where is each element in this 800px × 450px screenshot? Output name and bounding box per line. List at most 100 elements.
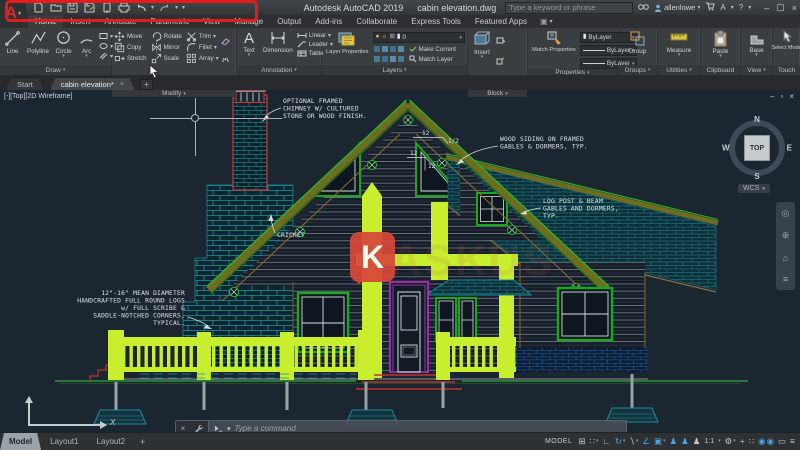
modify-panel-label[interactable]: Modify▾: [112, 90, 236, 97]
annotation-scale-person[interactable]: ♟: [693, 437, 701, 446]
array-button[interactable]: Array▾: [186, 53, 219, 64]
autodesk-exchange-icon[interactable]: A: [720, 4, 725, 12]
utilities-panel-label[interactable]: Utilities▾: [658, 65, 700, 75]
layout-tab-model[interactable]: Model: [0, 433, 41, 450]
web-mobile-icon[interactable]: [100, 2, 113, 14]
customization-menu[interactable]: ≡: [790, 437, 795, 446]
new-file-icon[interactable]: [32, 2, 45, 14]
undo-icon[interactable]: [134, 2, 147, 14]
match-layer-button[interactable]: Match Layer: [409, 55, 453, 63]
erase-tool[interactable]: [221, 32, 230, 50]
application-menu-button[interactable]: A▾: [0, 0, 26, 26]
isolate-objects[interactable]: ▭: [778, 437, 786, 446]
open-folder-icon[interactable]: [49, 2, 62, 14]
layer-color-swatch[interactable]: ▮: [397, 34, 401, 41]
trim-button[interactable]: Trim▾: [186, 31, 219, 42]
fillet-button[interactable]: Fillet▾: [186, 42, 219, 53]
save-icon[interactable]: [66, 2, 79, 14]
layer-state-icons[interactable]: [373, 55, 407, 63]
file-tab-start[interactable]: Start: [6, 77, 44, 90]
tab-featured-apps[interactable]: Featured Apps: [468, 15, 534, 28]
annotation-visibility-toggle[interactable]: ♟: [670, 437, 678, 446]
viewcube-south[interactable]: S: [754, 172, 759, 181]
file-tab-close-icon[interactable]: ×: [120, 81, 124, 88]
layer-select[interactable]: ● ☼ ⊠ ▮ 0 ▾: [373, 32, 465, 43]
insert-chevron-icon[interactable]: ▾: [481, 56, 484, 59]
polyline-button[interactable]: Polyline: [25, 30, 51, 55]
undo-chevron-icon[interactable]: ▾: [151, 4, 154, 11]
viewport-restore-icon[interactable]: ▫: [780, 92, 783, 101]
base-button[interactable]: Base ▾: [747, 30, 767, 57]
rotate-button[interactable]: Rotate: [151, 31, 182, 42]
viewcube-east[interactable]: E: [787, 144, 792, 153]
tab-manage[interactable]: Manage: [227, 15, 270, 28]
full-navigation-wheel-icon[interactable]: ◎: [782, 208, 790, 219]
base-chevron-icon[interactable]: ▾: [755, 54, 758, 57]
layer-tools-icons[interactable]: [373, 45, 407, 53]
sign-in-control[interactable]: allenlowe ▾: [654, 3, 700, 12]
circle-chevron-icon[interactable]: ▾: [62, 55, 65, 58]
paste-button[interactable]: Paste ▾: [710, 30, 730, 58]
grid-toggle[interactable]: ⊞: [578, 437, 585, 446]
make-current-button[interactable]: Make Current: [409, 45, 456, 53]
tab-annotate[interactable]: Annotate: [97, 15, 143, 28]
quick-properties-toggle[interactable]: ∷: [749, 437, 754, 446]
paste-chevron-icon[interactable]: ▾: [719, 55, 722, 58]
model-viewport[interactable]: [-][Top][2D Wireframe] – ▫ ×: [0, 90, 800, 432]
ortho-toggle[interactable]: ∟: [602, 437, 610, 446]
object-snap-toggle[interactable]: ▣▾: [654, 437, 666, 446]
groups-panel-label[interactable]: Groups▾: [618, 65, 657, 75]
arc-button[interactable]: Arc ▾: [76, 30, 97, 58]
create-block-tool[interactable]: [496, 32, 505, 50]
block-panel-label[interactable]: Block▾: [468, 90, 527, 97]
layout-tab-layout1[interactable]: Layout1: [41, 433, 87, 450]
tab-express-tools[interactable]: Express Tools: [404, 15, 468, 28]
wcs-menu[interactable]: WCS ▾: [738, 184, 770, 193]
layer-properties-button[interactable]: Layer Properties: [324, 30, 371, 55]
help-chevron-icon[interactable]: ▾: [748, 4, 751, 11]
viewcube-north[interactable]: N: [754, 115, 760, 124]
exchange-chevron-icon[interactable]: ▾: [731, 4, 734, 11]
pan-icon[interactable]: ⊕: [782, 230, 790, 241]
layers-panel-label[interactable]: Layers▾: [322, 65, 467, 75]
text-chevron-icon[interactable]: ▾: [248, 54, 251, 57]
file-tab-cabin-elevation[interactable]: cabin elevation*×: [50, 77, 135, 90]
mirror-button[interactable]: Mirror: [151, 42, 182, 53]
match-properties-button[interactable]: Match Properties: [530, 30, 578, 53]
annotation-scale-value[interactable]: 1:1: [704, 438, 714, 445]
ellipse-tool[interactable]: ▾: [99, 42, 113, 50]
measure-chevron-icon[interactable]: ▾: [678, 54, 681, 57]
qat-customize-icon[interactable]: ▾: [182, 4, 185, 11]
search-binoculars-icon[interactable]: [638, 3, 649, 13]
layer-on-icon[interactable]: ●: [376, 34, 380, 41]
hatch-tool[interactable]: ▾: [99, 52, 113, 60]
scale-button[interactable]: Scale: [151, 53, 182, 64]
plot-icon[interactable]: [117, 2, 130, 14]
layer-thaw-icon[interactable]: ☼: [381, 34, 387, 41]
viewport-minimize-icon[interactable]: –: [770, 92, 774, 101]
tab-parametric[interactable]: Parametric: [143, 15, 196, 28]
redo-chevron-icon[interactable]: ▾: [175, 4, 178, 11]
layout-tab-layout2[interactable]: Layout2: [88, 433, 134, 450]
layer-chevron-icon[interactable]: ▾: [459, 35, 462, 41]
model-space-badge[interactable]: MODEL: [545, 438, 572, 445]
close-button[interactable]: ×: [792, 3, 797, 13]
help-icon[interactable]: ?: [739, 4, 743, 12]
group-button[interactable]: Group: [627, 30, 649, 55]
text-button[interactable]: A Text ▾: [239, 30, 259, 57]
redo-icon[interactable]: [158, 2, 171, 14]
polar-tracking-toggle[interactable]: ↻▾: [615, 437, 626, 446]
explode-tool[interactable]: [221, 52, 230, 70]
snap-toggle[interactable]: ∷▾: [589, 437, 598, 446]
navigation-bar[interactable]: ◎ ⊕ ⌂ ≡: [776, 202, 795, 290]
graphics-performance[interactable]: ◉◉: [758, 437, 774, 446]
zoom-extents-icon[interactable]: ⌂: [783, 253, 788, 263]
minimize-button[interactable]: –: [764, 3, 769, 13]
line-button[interactable]: Line: [2, 30, 23, 55]
app-store-cart-icon[interactable]: [705, 2, 715, 13]
select-mode-button[interactable]: Select Mode: [770, 30, 800, 52]
layer-lock-icon[interactable]: ⊠: [389, 34, 394, 41]
annotation-panel-label[interactable]: Annotation▾: [237, 65, 321, 75]
viewcube-west[interactable]: W: [722, 144, 730, 153]
draw-panel-label[interactable]: Draw▾: [0, 65, 111, 75]
